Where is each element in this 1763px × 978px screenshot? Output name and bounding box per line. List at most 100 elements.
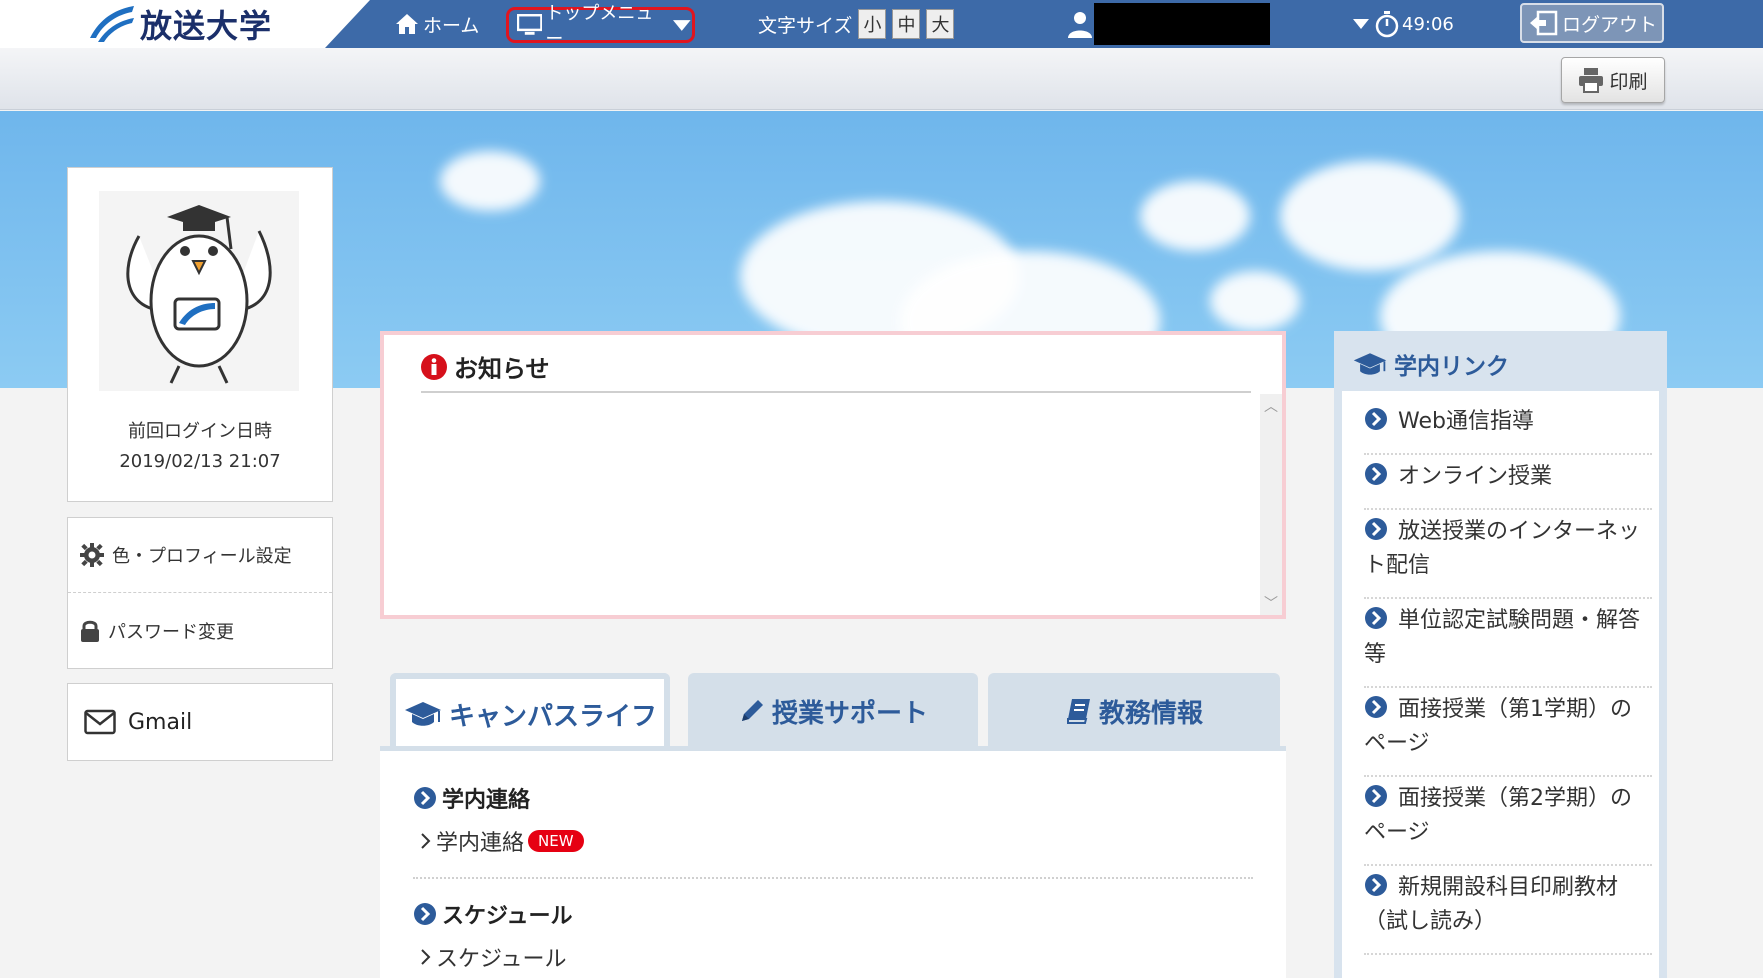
logo-swoosh-icon [90, 6, 134, 42]
link-face-to-face-term2[interactable]: 面接授業（第2学期）の ページ [1364, 782, 1652, 866]
color-profile-settings-label: 色・プロフィール設定 [112, 546, 292, 567]
link-face-to-face-term1[interactable]: 面接授業（第1学期）の ページ [1364, 693, 1652, 777]
scroll-up-icon[interactable]: ︿ [1260, 396, 1282, 416]
user-name-redacted [1094, 3, 1270, 45]
gmail-label: Gmail [128, 709, 193, 735]
print-label: 印刷 [1609, 70, 1648, 93]
link-label-line2: ト配信 [1364, 553, 1431, 578]
chevron-circle-right-icon [414, 903, 436, 925]
schedule-link-label: スケジュール [436, 947, 567, 972]
logout-label: ログアウト [1562, 13, 1658, 36]
password-change-label: パスワード変更 [108, 621, 234, 643]
link-label: 放送授業のインターネッ [1398, 519, 1641, 544]
link-label-line2: （試し読み） [1364, 909, 1497, 934]
chevron-circle-right-icon [1365, 518, 1387, 540]
nav-home-link[interactable]: ホーム [395, 8, 479, 40]
link-label: 面接授業（第1学期）の [1398, 697, 1632, 722]
chevron-circle-right-icon [1365, 607, 1387, 629]
stopwatch-icon [1375, 11, 1399, 38]
campus-contact-link[interactable]: 学内連絡 NEW [420, 825, 584, 857]
font-size-small-button[interactable]: 小 [858, 9, 887, 39]
font-size-label: 文字サイズ [758, 14, 853, 37]
link-online-class[interactable]: オンライン授業 [1364, 460, 1652, 510]
lock-icon [81, 620, 99, 642]
campus-links-list: Web通信指導 オンライン授業 放送授業のインターネッ ト配信 単位認定試験問題… [1342, 391, 1659, 978]
settings-card: 色・プロフィール設定 パスワード変更 [67, 517, 333, 669]
logout-button[interactable]: ログアウト [1520, 3, 1664, 43]
color-profile-settings-link[interactable]: 色・プロフィール設定 [68, 518, 332, 593]
campus-links-title-label: 学内リンク [1394, 354, 1509, 380]
notice-panel: お知らせ ︿ ﹀ [380, 331, 1286, 619]
nav-top-menu-label: トップメニュー [545, 3, 654, 50]
notice-scrollbar[interactable]: ︿ ﹀ [1260, 394, 1282, 615]
tab-academic-info-label: 教務情報 [1098, 698, 1203, 729]
chevron-circle-right-icon [1365, 785, 1387, 807]
university-logo[interactable]: 放送大学 [88, 2, 272, 46]
schedule-link[interactable]: スケジュール [420, 941, 566, 973]
notice-title-label: お知らせ [454, 355, 550, 383]
mascot-bird-icon [126, 205, 272, 384]
link-label: 面接授業（第2学期）の [1398, 786, 1632, 811]
campus-life-content: 学内連絡 学内連絡 NEW スケジュール スケジュール [380, 751, 1286, 978]
notice-title: お知らせ [420, 349, 550, 384]
link-label: 新規開設科目印刷教材 [1398, 875, 1619, 900]
chevron-circle-right-icon [1365, 874, 1387, 896]
font-size-large-button[interactable]: 大 [926, 9, 955, 39]
nav-home-label: ホーム [423, 14, 480, 37]
session-timer: 49:06 [1352, 8, 1454, 40]
user-icon [1067, 8, 1093, 40]
tab-class-support[interactable]: 授業サポート [688, 673, 978, 749]
book-icon [1066, 699, 1090, 724]
link-label-line2: 等 [1364, 642, 1387, 667]
chevron-circle-right-icon [1365, 408, 1387, 430]
section-heading-label: 学内連絡 [442, 788, 531, 813]
notice-divider [421, 391, 1251, 393]
category-tabs: キャンパスライフ 授業サポート 教務情報 [380, 673, 1286, 749]
chevron-right-icon [421, 833, 431, 849]
gear-icon [80, 543, 104, 567]
pencil-icon [741, 700, 763, 721]
print-button[interactable]: 印刷 [1561, 57, 1665, 103]
link-label: Web通信指導 [1398, 409, 1534, 434]
info-icon [421, 353, 447, 380]
logout-icon [1530, 10, 1558, 36]
graduation-cap-icon [404, 702, 441, 726]
link-broadcast-streaming[interactable]: 放送授業のインターネッ ト配信 [1364, 515, 1652, 599]
link-exam-questions[interactable]: 単位認定試験問題・解答 等 [1364, 604, 1652, 688]
section-heading-schedule: スケジュール [413, 898, 572, 930]
new-badge: NEW [528, 830, 584, 852]
link-web-correspondence[interactable]: Web通信指導 [1364, 405, 1652, 455]
campus-links-title: 学内リンク [1352, 347, 1509, 381]
font-size-medium-button[interactable]: 中 [892, 9, 921, 39]
campus-contact-link-label: 学内連絡 [436, 831, 525, 856]
password-change-link[interactable]: パスワード変更 [68, 593, 332, 668]
session-timer-value: 49:06 [1402, 13, 1454, 35]
monitor-icon [517, 14, 543, 35]
home-icon [396, 14, 418, 34]
tab-campus-life[interactable]: キャンパスライフ [390, 673, 670, 749]
sub-toolbar: 印刷 [0, 48, 1763, 110]
campus-links-panel: 学内リンク Web通信指導 オンライン授業 放送授業のインターネッ ト配信 単位… [1334, 331, 1667, 978]
chevron-down-icon [673, 20, 692, 31]
gmail-link[interactable]: Gmail [67, 683, 333, 761]
chevron-circle-right-icon [1365, 696, 1387, 718]
envelope-icon [84, 709, 116, 735]
tab-class-support-label: 授業サポート [771, 698, 928, 729]
scroll-down-icon[interactable]: ﹀ [1260, 593, 1282, 613]
last-login-value: 2019/02/13 21:07 [119, 451, 281, 472]
font-size-control: 文字サイズ 小 中 大 [758, 8, 955, 40]
logo-text: 放送大学 [140, 7, 273, 45]
tab-campus-life-label: キャンパスライフ [448, 701, 657, 732]
tab-academic-info[interactable]: 教務情報 [988, 673, 1280, 749]
link-new-course-materials[interactable]: 新規開設科目印刷教材 （試し読み） [1364, 871, 1652, 955]
section-divider [413, 877, 1253, 879]
printer-icon [1579, 68, 1604, 93]
top-navigation-bar: 放送大学 ホーム トップメニュー 文字サイズ 小 中 大 49:06 ログアウト [0, 0, 1763, 50]
last-login-label: 前回ログイン日時 [128, 421, 272, 442]
chevron-circle-right-icon [1365, 463, 1387, 485]
link-label-line2: ページ [1364, 731, 1430, 756]
section-heading-campus-contact: 学内連絡 [413, 782, 530, 814]
nav-top-menu-dropdown[interactable]: トップメニュー [506, 3, 695, 50]
avatar [99, 191, 299, 391]
caret-down-icon [1353, 19, 1369, 29]
